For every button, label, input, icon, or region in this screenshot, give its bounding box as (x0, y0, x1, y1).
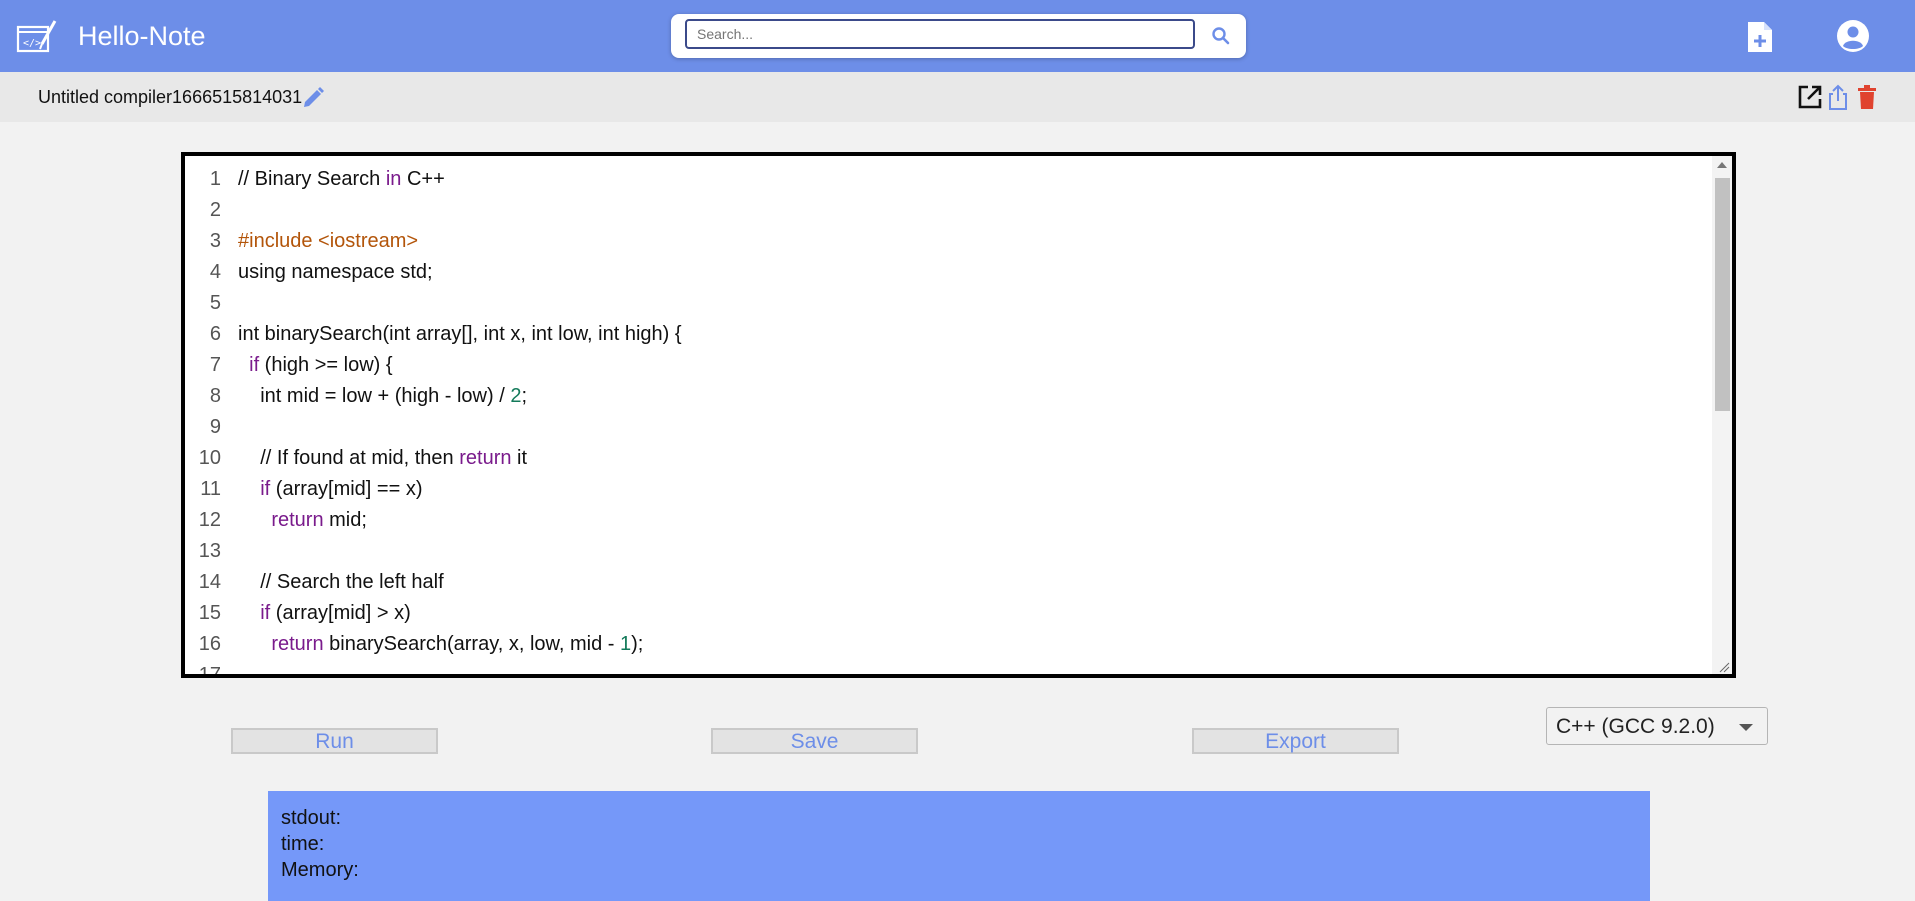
svg-text:</>: </> (23, 38, 41, 49)
line-number: 5 (209, 292, 221, 314)
line-number: 1 (209, 168, 221, 190)
line-code[interactable]: int mid = low + (high - low) / 2; (238, 381, 527, 412)
code-line[interactable]: 1 // Binary Search in C++ (185, 164, 1710, 195)
output-line: Memory: (281, 859, 359, 881)
output-lines: stdout: time: Memory: (281, 805, 359, 883)
line-number: 7 (209, 354, 221, 376)
line-number: 10 (198, 447, 221, 469)
output-line: stdout: (281, 807, 342, 829)
line-number: 13 (198, 540, 221, 562)
line-number: 11 (200, 478, 221, 500)
search-icon[interactable] (1210, 25, 1232, 47)
code-line[interactable]: 14 // Search the left half (185, 567, 1710, 598)
scroll-up-arrow-icon[interactable] (1717, 162, 1727, 168)
line-number: 14 (198, 571, 221, 593)
line-number: 9 (209, 416, 221, 438)
line-number: 15 (198, 602, 221, 624)
code-line[interactable]: 4 using namespace std; (185, 257, 1710, 288)
line-code[interactable]: using namespace std; (238, 257, 433, 288)
search-input[interactable] (685, 19, 1195, 49)
resize-grip-icon[interactable] (1718, 660, 1730, 673)
code-editor[interactable]: 1 // Binary Search in C++ 2 3 #include <iost… (181, 152, 1736, 678)
code-line[interactable]: 10 // If found at mid, then return it (185, 443, 1710, 474)
line-number: 3 (209, 230, 221, 252)
line-number: 17 (198, 664, 221, 678)
code-notebook-logo-icon[interactable]: </> (16, 18, 58, 56)
line-number: 4 (209, 261, 221, 283)
line-code[interactable]: return mid; (238, 505, 367, 536)
line-number: 2 (209, 199, 221, 221)
scrollbar-thumb[interactable] (1715, 178, 1730, 411)
output-panel: stdout: time: Memory: (268, 791, 1650, 901)
line-number: 8 (209, 385, 221, 407)
code-line[interactable]: 9 (185, 412, 1710, 443)
code-line[interactable]: 11 if (array[mid] == x) (185, 474, 1710, 505)
line-code[interactable]: if (high >= low) { (238, 350, 392, 381)
code-line[interactable]: 6 int binarySearch(int array[], int x, in… (185, 319, 1710, 350)
code-lines[interactable]: 1 // Binary Search in C++ 2 3 #include <iost… (185, 164, 1710, 678)
new-note-icon[interactable] (1745, 20, 1775, 54)
code-line[interactable]: 5 (185, 288, 1710, 319)
language-select-value: C++ (GCC 9.2.0) (1556, 715, 1715, 738)
line-number: 6 (209, 323, 221, 345)
chevron-down-icon (1739, 724, 1753, 731)
save-button[interactable]: Save (711, 728, 918, 754)
editor-scrollbar[interactable] (1712, 156, 1732, 674)
top-bar: </> Hello-Note (0, 0, 1915, 72)
line-code[interactable]: // If found at mid, then return it (238, 443, 527, 474)
line-code[interactable]: int binarySearch(int array[], int x, int… (238, 319, 682, 350)
language-select[interactable]: C++ (GCC 9.2.0) (1546, 707, 1768, 745)
code-line[interactable]: 13 (185, 536, 1710, 567)
code-line[interactable]: 17 (185, 660, 1710, 678)
document-bar: Untitled compiler1666515814031 (0, 72, 1915, 122)
document-title[interactable]: Untitled compiler1666515814031 (38, 86, 302, 108)
run-button[interactable]: Run (231, 728, 438, 754)
code-line[interactable]: 2 (185, 195, 1710, 226)
code-line[interactable]: 12 return mid; (185, 505, 1710, 536)
delete-trash-icon[interactable] (1855, 84, 1879, 110)
share-icon[interactable] (1825, 83, 1851, 111)
account-icon[interactable] (1836, 19, 1870, 53)
code-line[interactable]: 16 return binarySearch(array, x, low, mi… (185, 629, 1710, 660)
line-number: 16 (198, 633, 221, 655)
output-line: time: (281, 833, 325, 855)
line-code[interactable]: if (array[mid] == x) (238, 474, 422, 505)
line-code[interactable]: // Search the left half (238, 567, 443, 598)
line-code[interactable]: // Binary Search in C++ (238, 164, 445, 195)
code-line[interactable]: 3 #include <iostream> (185, 226, 1710, 257)
export-button[interactable]: Export (1192, 728, 1399, 754)
code-line[interactable]: 15 if (array[mid] > x) (185, 598, 1710, 629)
line-number: 12 (198, 509, 221, 531)
line-code[interactable]: return binarySearch(array, x, low, mid -… (238, 629, 643, 660)
open-in-new-icon[interactable] (1797, 84, 1823, 110)
line-code[interactable]: if (array[mid] > x) (238, 598, 411, 629)
code-line[interactable]: 8 int mid = low + (high - low) / 2; (185, 381, 1710, 412)
line-code[interactable]: #include <iostream> (238, 226, 418, 257)
code-line[interactable]: 7 if (high >= low) { (185, 350, 1710, 381)
app-title[interactable]: Hello-Note (78, 18, 206, 54)
edit-pencil-icon[interactable] (301, 84, 327, 110)
search-box (671, 14, 1246, 58)
